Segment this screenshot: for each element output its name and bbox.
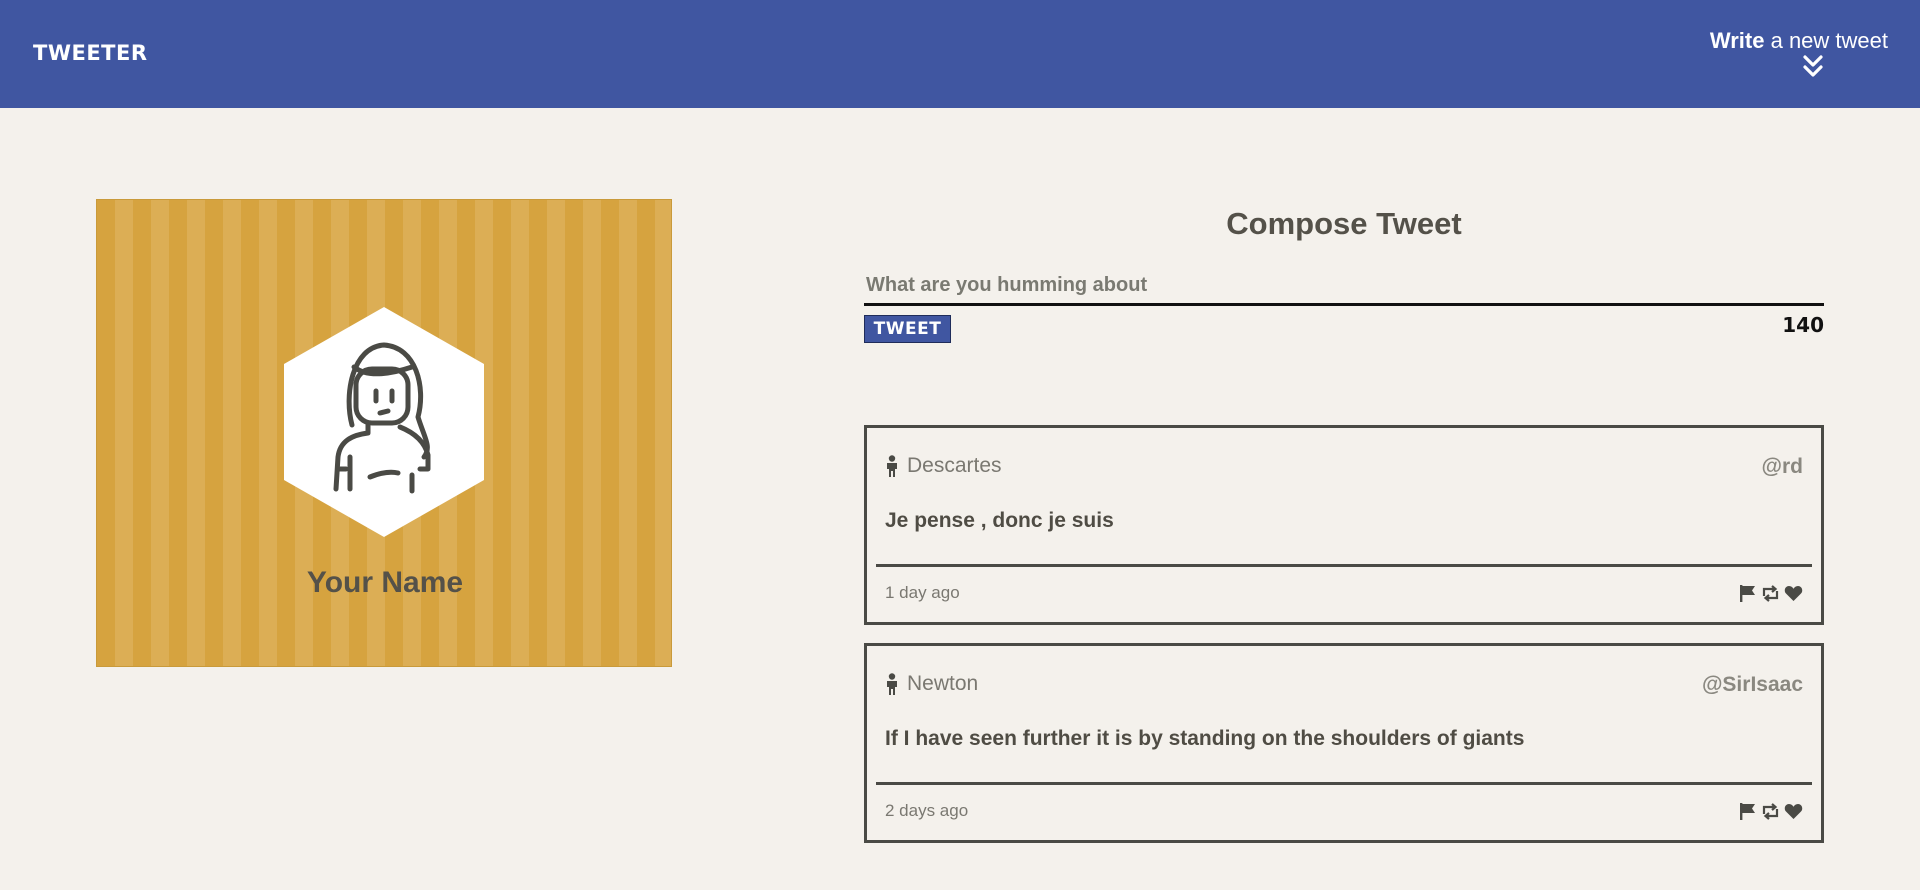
person-avatar-icon: [284, 307, 484, 537]
flag-icon[interactable]: [1738, 802, 1757, 821]
write-new-tweet-toggle[interactable]: Write a new tweet: [1698, 28, 1888, 54]
tweet-timestamp: 2 days ago: [885, 801, 969, 820]
tweet-user: Newton: [885, 672, 978, 696]
tweet-divider: [876, 782, 1812, 785]
tweet-handle[interactable]: @rd: [1762, 455, 1803, 479]
double-chevron-down-icon[interactable]: [1802, 54, 1824, 80]
person-icon: [887, 673, 897, 695]
tweet-input[interactable]: [864, 268, 1824, 306]
person-icon: [887, 455, 897, 477]
heart-icon[interactable]: [1784, 584, 1803, 603]
character-counter: 140: [1782, 313, 1824, 337]
tweet-author: Descartes: [907, 454, 1002, 477]
retweet-icon[interactable]: [1761, 584, 1780, 603]
tweet-divider: [876, 564, 1812, 567]
tweet-card: Descartes @rd Je pense , donc je suis 1 …: [864, 425, 1824, 625]
tweet-text: If I have seen further it is by standing…: [885, 727, 1525, 750]
tweet-handle[interactable]: @SirIsaac: [1702, 673, 1803, 697]
top-nav: TWEETER Write a new tweet: [0, 0, 1920, 108]
tweet-timestamp: 1 day ago: [885, 583, 960, 602]
profile-name: Your Name: [306, 566, 464, 599]
profile-card: Your Name: [96, 199, 672, 667]
tweet-author: Newton: [907, 672, 979, 695]
tweet-actions: [1738, 802, 1803, 821]
tweet-user: Descartes: [885, 454, 1002, 478]
brand-logo[interactable]: TWEETER: [33, 41, 148, 65]
tweet-text: Je pense , donc je suis: [885, 509, 1114, 532]
tweet-actions: [1738, 584, 1803, 603]
flag-icon[interactable]: [1738, 584, 1757, 603]
compose-title: Compose Tweet: [1226, 206, 1462, 241]
retweet-icon[interactable]: [1761, 802, 1780, 821]
write-label-rest: a new tweet: [1764, 28, 1888, 53]
heart-icon[interactable]: [1784, 802, 1803, 821]
tweet-card: Newton @SirIsaac If I have seen further …: [864, 643, 1824, 843]
tweet-button[interactable]: TWEET: [864, 315, 951, 343]
write-label-bold: Write: [1709, 28, 1765, 53]
